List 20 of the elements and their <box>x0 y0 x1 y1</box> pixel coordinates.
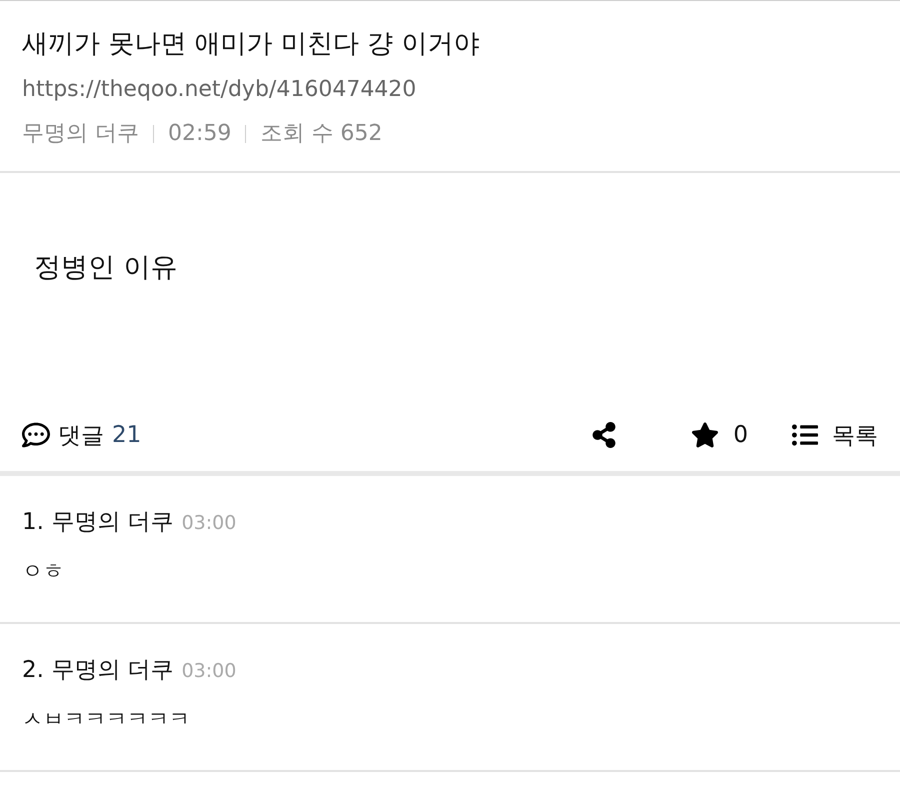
view-count: 조회 수 652 <box>260 120 382 148</box>
post-title: 새끼가 못나면 애미가 미친다 걍 이거야 <box>22 28 480 61</box>
comment-author: 2. 무명의 더쿠 <box>22 656 174 685</box>
post-url[interactable]: https://theqoo.net/dyb/4160474420 <box>22 75 878 105</box>
comment-text: ㅇㅎ <box>22 558 65 585</box>
comment-author: 1. 무명의 더쿠 <box>22 508 174 537</box>
comment-text: ㅅㅂㅋㅋㅋㅋㅋㅋ <box>22 706 191 733</box>
list-icon[interactable] <box>792 422 818 448</box>
post-time: 02:59 <box>168 120 232 148</box>
list-link[interactable]: 목록 <box>832 420 878 450</box>
comment-icon <box>22 421 50 449</box>
comment-count: 21 <box>112 422 142 448</box>
share-icon[interactable] <box>591 422 618 448</box>
star-count: 0 <box>733 422 748 448</box>
star-icon[interactable] <box>691 421 720 449</box>
comment-time: 03:00 <box>182 512 236 534</box>
author-name: 무명의 더쿠 <box>22 120 139 148</box>
post-body: 정병인 이유 <box>34 252 178 283</box>
comments-label[interactable]: 댓글 <box>58 420 104 450</box>
comment-time: 03:00 <box>182 660 236 682</box>
